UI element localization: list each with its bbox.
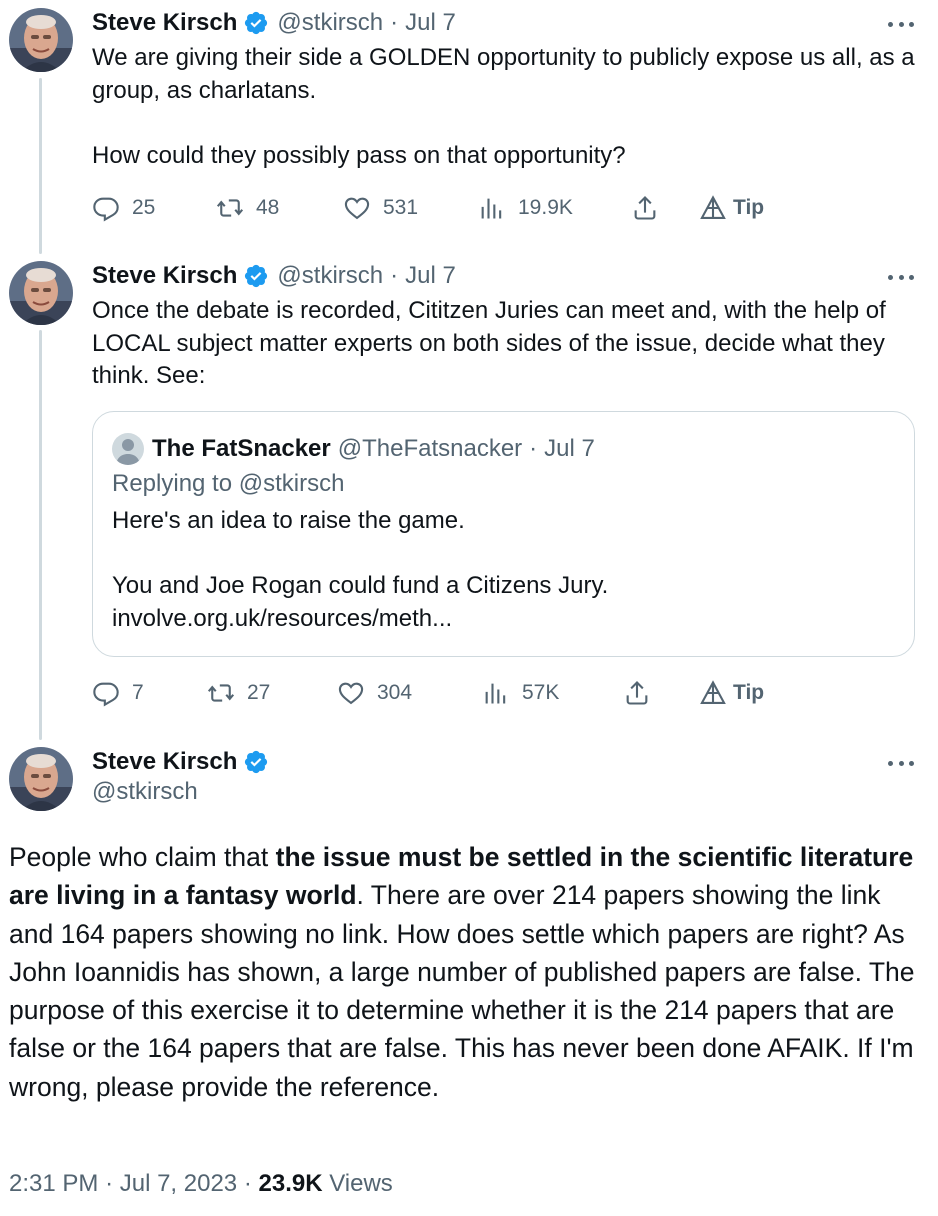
views-count: 19.9K: [518, 196, 573, 219]
author-handle[interactable]: @stkirsch: [92, 778, 198, 806]
retweet-button[interactable]: 48: [216, 191, 279, 225]
separator: ·: [390, 9, 399, 36]
tweet-header: Steve Kirsch @stkirsch · Jul 7: [92, 259, 456, 293]
share-icon: [634, 196, 656, 220]
main-author: Steve Kirsch: [92, 745, 277, 779]
views-icon: [485, 683, 506, 704]
tip-label: Tip: [733, 681, 765, 704]
author-name[interactable]: Steve Kirsch: [92, 9, 237, 37]
avatar[interactable]: [9, 8, 73, 72]
text-part: People who claim that: [9, 842, 276, 872]
share-icon: [626, 681, 648, 705]
replying-to: Replying to @stkirsch: [112, 470, 345, 497]
views-total[interactable]: 23.9K: [259, 1170, 323, 1197]
separator: ·: [243, 1170, 252, 1197]
tip-label: Tip: [733, 196, 765, 219]
retweet-count: 27: [247, 681, 271, 704]
views-label: Views: [329, 1170, 393, 1197]
views-button[interactable]: 57K: [482, 676, 559, 710]
quoted-author-name[interactable]: The FatSnacker: [152, 435, 331, 463]
quoted-tweet-header: The FatSnacker @TheFatsnacker · Jul 7: [112, 432, 595, 466]
more-icon[interactable]: [888, 19, 914, 29]
tip-icon: [700, 680, 726, 704]
tweet-time[interactable]: 2:31 PM: [9, 1170, 98, 1197]
tweet-header: Steve Kirsch @stkirsch · Jul 7: [92, 6, 456, 40]
verified-badge-icon: [243, 749, 269, 775]
default-avatar-icon: [112, 433, 144, 465]
thread-connector: [39, 78, 42, 254]
more-icon[interactable]: [888, 272, 914, 282]
retweet-icon: [216, 199, 244, 217]
separator: ·: [529, 435, 538, 462]
tweet-full-date[interactable]: Jul 7, 2023: [120, 1170, 237, 1197]
views-icon: [481, 198, 502, 219]
thread-connector: [39, 330, 42, 740]
tweet-date[interactable]: Jul 7: [405, 9, 456, 37]
quoted-tweet-text: Here's an idea to raise the game. You an…: [112, 507, 609, 632]
share-button[interactable]: [631, 191, 671, 225]
like-icon: [344, 197, 370, 220]
quoted-author-handle[interactable]: @TheFatsnacker: [338, 435, 522, 463]
tip-button[interactable]: Tip: [699, 191, 764, 225]
author-handle[interactable]: @stkirsch: [277, 9, 383, 37]
avatar[interactable]: [9, 747, 73, 811]
tweet-meta: 2:31 PM · Jul 7, 2023 · 23.9K Views: [9, 1170, 393, 1198]
reply-icon: [93, 197, 119, 222]
share-button[interactable]: [623, 676, 663, 710]
like-button[interactable]: 304: [337, 676, 412, 710]
retweet-icon: [207, 684, 235, 702]
like-icon: [338, 682, 364, 705]
like-button[interactable]: 531: [343, 191, 418, 225]
views-button[interactable]: 19.9K: [478, 191, 573, 225]
reply-count: 25: [132, 196, 156, 219]
retweet-count: 48: [256, 196, 280, 219]
tweet-actions: 25 48 531 19.9K Tip: [92, 191, 792, 225]
tweet-actions: 7 27 304 57K Tip: [92, 676, 792, 710]
author-handle[interactable]: @stkirsch: [277, 262, 383, 290]
verified-badge-icon: [243, 263, 269, 289]
like-count: 531: [383, 196, 419, 219]
tip-button[interactable]: Tip: [699, 676, 764, 710]
retweet-button[interactable]: 27: [207, 676, 270, 710]
verified-badge-icon: [243, 10, 269, 36]
main-tweet-text: People who claim that the issue must be …: [9, 838, 919, 1106]
tweet-text: We are giving their side a GOLDEN opport…: [92, 44, 915, 169]
reply-icon: [93, 682, 119, 707]
quoted-tweet[interactable]: The FatSnacker @TheFatsnacker · Jul 7 Re…: [92, 411, 915, 657]
separator: ·: [390, 262, 399, 289]
separator: ·: [105, 1170, 114, 1197]
tweet-text: Once the debate is recorded, Cititzen Ju…: [92, 297, 886, 389]
reply-button[interactable]: 25: [92, 191, 155, 225]
tip-icon: [700, 195, 726, 219]
author-name[interactable]: Steve Kirsch: [92, 262, 237, 290]
quoted-tweet-date[interactable]: Jul 7: [544, 435, 595, 463]
avatar[interactable]: [9, 261, 73, 325]
author-name[interactable]: Steve Kirsch: [92, 748, 237, 776]
reply-count: 7: [132, 681, 144, 704]
views-count: 57K: [522, 681, 560, 704]
reply-button[interactable]: 7: [92, 676, 144, 710]
more-icon[interactable]: [888, 758, 914, 768]
tweet-date[interactable]: Jul 7: [405, 262, 456, 290]
text-part: . There are over 214 papers showing the …: [9, 880, 915, 1102]
like-count: 304: [377, 681, 413, 704]
